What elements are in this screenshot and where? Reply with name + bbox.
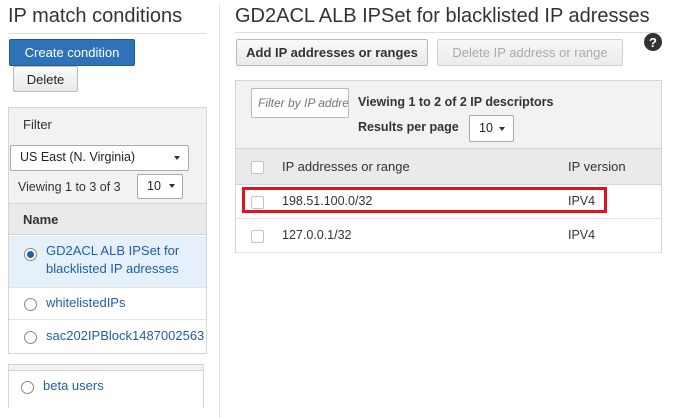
name-header-label: Name [23, 212, 59, 227]
condition-link[interactable]: beta users [43, 377, 104, 395]
title-divider [8, 33, 206, 34]
chevron-down-icon [169, 184, 175, 188]
chevron-down-icon [499, 127, 505, 131]
list-separator [9, 365, 203, 371]
region-select[interactable]: US East (N. Virginia) [10, 145, 189, 171]
radio-icon[interactable] [21, 381, 34, 394]
radio-icon[interactable] [24, 331, 37, 344]
table-row[interactable]: 127.0.0.1/32 IPV4 [236, 219, 661, 253]
condition-item-whitelistedips[interactable]: whitelistedIPs [9, 288, 206, 320]
ip-per-page-select[interactable]: 10 [469, 115, 514, 142]
filter-section: Filter US East (N. Virginia) Viewing 1 t… [9, 108, 206, 203]
conditions-per-page-select[interactable]: 10 [137, 174, 183, 199]
ip-descriptors-table: Viewing 1 to 2 of 2 IP descriptors Resul… [235, 80, 662, 253]
delete-ip-button[interactable]: Delete IP address or range [437, 39, 623, 66]
column-header-version[interactable]: IP version [568, 159, 626, 174]
title-divider [235, 32, 662, 33]
highlight-annotation [242, 187, 607, 213]
conditions-viewing-count: Viewing 1 to 3 of 3 [18, 180, 121, 194]
column-header-ip[interactable]: IP addresses or range [282, 159, 410, 174]
ipset-title: GD2ACL ALB IPSet for blacklisted IP adre… [235, 5, 650, 27]
condition-item-sac202[interactable]: sac202IPBlock1487002563 [9, 320, 206, 353]
add-ip-button[interactable]: Add IP addresses or ranges [236, 39, 428, 66]
condition-item-beta-users[interactable]: beta users [8, 364, 204, 408]
ip-viewing-count: Viewing 1 to 2 of 2 IP descriptors [358, 95, 554, 109]
ip-match-conditions-title: IP match conditions [8, 5, 183, 27]
name-column-header[interactable]: Name [9, 203, 206, 235]
condition-item-gd2acl[interactable]: GD2ACL ALB IPSet for blacklisted IP adre… [9, 236, 206, 288]
help-icon[interactable]: ? [644, 33, 662, 51]
create-condition-button[interactable]: Create condition [9, 39, 135, 66]
condition-link[interactable]: GD2ACL ALB IPSet for blacklisted IP adre… [46, 242, 196, 278]
conditions-list-panel: Filter US East (N. Virginia) Viewing 1 t… [8, 107, 207, 354]
chevron-down-icon [174, 156, 180, 160]
radio-selected-icon[interactable] [24, 248, 37, 261]
table-toolbar: Viewing 1 to 2 of 2 IP descriptors Resul… [236, 81, 661, 148]
row-checkbox[interactable] [251, 230, 264, 243]
ip-filter-input[interactable] [251, 88, 349, 118]
per-page-value: 10 [147, 179, 161, 193]
per-page-value: 10 [479, 121, 493, 135]
condition-link[interactable]: whitelistedIPs [46, 294, 125, 312]
filter-label: Filter [23, 117, 52, 132]
ip-cell: 127.0.0.1/32 [282, 228, 352, 242]
panel-divider [219, 4, 220, 418]
version-cell: IPV4 [568, 228, 596, 242]
region-select-value: US East (N. Virginia) [20, 150, 136, 164]
select-all-checkbox[interactable] [251, 161, 264, 174]
radio-icon[interactable] [24, 298, 37, 311]
results-per-page-label: Results per page [358, 120, 459, 134]
condition-link[interactable]: sac202IPBlock1487002563 [46, 327, 204, 345]
delete-condition-button[interactable]: Delete [13, 66, 78, 92]
table-header: IP addresses or range IP version [236, 148, 661, 185]
